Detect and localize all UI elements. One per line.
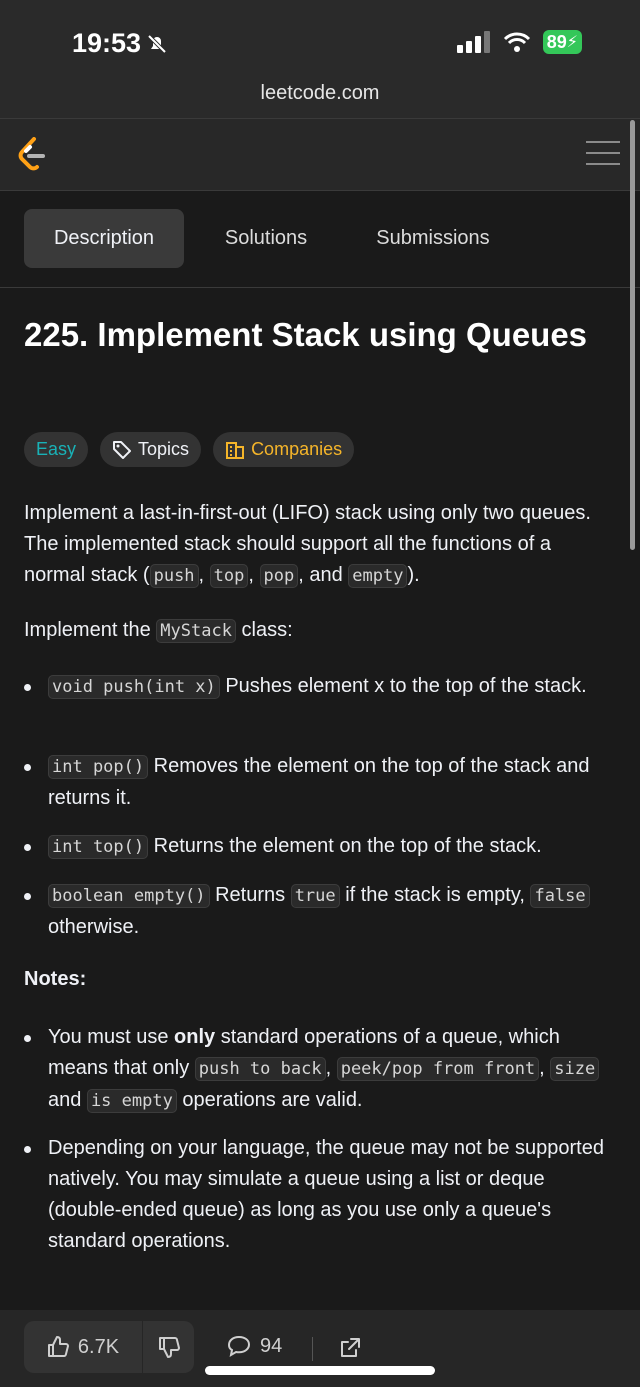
code-top: top bbox=[209, 564, 249, 588]
leetcode-logo-icon[interactable] bbox=[16, 137, 48, 173]
list-item: boolean empty() Returns true if the stac… bbox=[24, 880, 618, 943]
charging-icon: ⚡ bbox=[566, 34, 578, 51]
difficulty-badge: Easy bbox=[24, 432, 89, 467]
external-link-icon bbox=[341, 1338, 360, 1357]
list-item: int top() Returns the element on the top… bbox=[24, 831, 618, 863]
problem-tabs: Description Solutions Submissions bbox=[0, 191, 640, 288]
comments-button[interactable]: 94 bbox=[226, 1334, 282, 1358]
code-empty: empty bbox=[348, 564, 408, 588]
silent-bell-icon bbox=[147, 34, 167, 53]
status-bar: 19:53 89 ⚡ bbox=[0, 0, 640, 82]
signal-icon bbox=[456, 31, 490, 53]
divider bbox=[312, 1337, 313, 1361]
difficulty-label: Easy bbox=[36, 439, 77, 459]
tab-description[interactable]: Description bbox=[24, 209, 184, 268]
scrollbar[interactable] bbox=[630, 120, 635, 550]
comment-count: 94 bbox=[260, 1334, 283, 1357]
share-button[interactable] bbox=[338, 1336, 362, 1365]
battery-level: 89 bbox=[546, 31, 567, 52]
tab-solutions[interactable]: Solutions bbox=[196, 209, 336, 268]
problem-badges: Easy Topics Companies bbox=[24, 432, 355, 467]
battery-indicator: 89 ⚡ bbox=[542, 30, 582, 54]
list-item: Depending on your language, the queue ma… bbox=[24, 1133, 618, 1257]
topics-button[interactable]: Topics bbox=[100, 432, 202, 467]
tab-submissions[interactable]: Submissions bbox=[350, 209, 516, 268]
bottom-action-bar: 6.7K 94 bbox=[0, 1310, 640, 1387]
problem-intro: Implement a last-in-first-out (LIFO) sta… bbox=[24, 502, 591, 588]
home-indicator bbox=[205, 1366, 435, 1375]
wifi-icon bbox=[503, 32, 530, 52]
companies-label: Companies bbox=[251, 439, 343, 459]
companies-button[interactable]: Companies bbox=[213, 432, 355, 467]
topics-label: Topics bbox=[138, 439, 190, 459]
list-item: You must use only standard operations of… bbox=[24, 1022, 618, 1117]
status-time: 19:53 bbox=[72, 28, 142, 58]
app-header bbox=[0, 118, 640, 191]
thumbs-down-icon bbox=[158, 1337, 180, 1358]
list-item: int pop() Removes the element on the top… bbox=[24, 751, 618, 814]
dislike-button[interactable] bbox=[142, 1321, 194, 1373]
problem-title: 225. Implement Stack using Queues bbox=[24, 316, 588, 353]
hamburger-menu-icon[interactable] bbox=[586, 141, 620, 169]
url-text: leetcode.com bbox=[260, 82, 380, 104]
code-push: push bbox=[149, 564, 199, 588]
vote-group: 6.7K bbox=[24, 1321, 194, 1373]
status-time-group: 19:53 bbox=[72, 28, 169, 59]
tag-icon bbox=[113, 440, 132, 459]
list-item: void push(int x) Pushes element x to the… bbox=[24, 671, 618, 703]
thumbs-up-icon bbox=[47, 1336, 69, 1357]
notes-heading: Notes: bbox=[24, 968, 87, 990]
like-count: 6.7K bbox=[77, 1335, 120, 1358]
code-pop: pop bbox=[259, 564, 299, 588]
browser-url-bar[interactable]: leetcode.com bbox=[0, 82, 640, 118]
code-mystack: MyStack bbox=[156, 619, 236, 643]
comment-icon bbox=[227, 1335, 251, 1358]
implement-line: Implement the MyStack class: bbox=[24, 619, 293, 643]
building-icon bbox=[226, 441, 245, 459]
like-button[interactable]: 6.7K bbox=[24, 1321, 141, 1373]
